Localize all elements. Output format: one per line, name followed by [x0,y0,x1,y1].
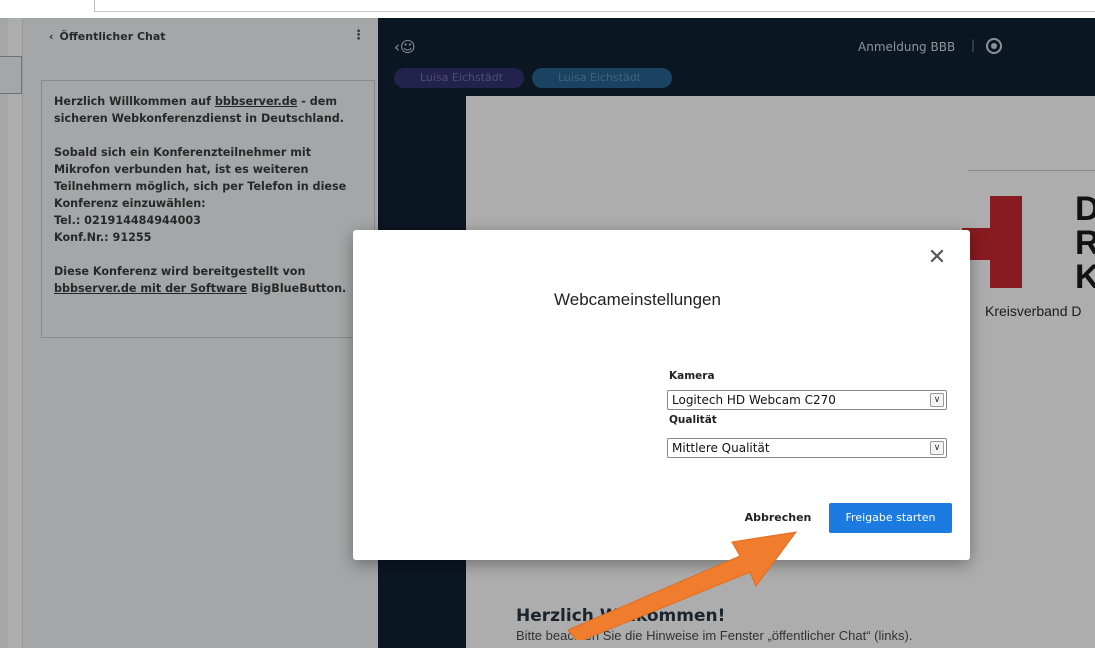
quality-select[interactable]: Mittlere Qualität ∨ [667,438,947,458]
camera-select[interactable]: Logitech HD Webcam C270 ∨ [667,390,947,410]
address-bar[interactable] [94,0,1095,12]
modal-title: Webcameinstellungen [554,290,721,309]
chevron-down-icon[interactable]: ∨ [930,393,944,407]
quality-select-value: Mittlere Qualität [672,441,770,455]
browser-strip [0,0,1095,18]
webcam-settings-modal: ✕ Webcameinstellungen Kamera Logitech HD… [353,230,970,560]
chevron-down-icon[interactable]: ∨ [930,441,944,455]
annotation-arrow-icon [567,531,798,640]
camera-label: Kamera [669,370,715,382]
camera-select-value: Logitech HD Webcam C270 [672,393,836,407]
annotation-arrow-shape [567,531,798,640]
start-sharing-button[interactable]: Freigabe starten [829,503,952,533]
close-icon[interactable]: ✕ [925,246,949,270]
quality-label: Qualität [669,414,717,426]
